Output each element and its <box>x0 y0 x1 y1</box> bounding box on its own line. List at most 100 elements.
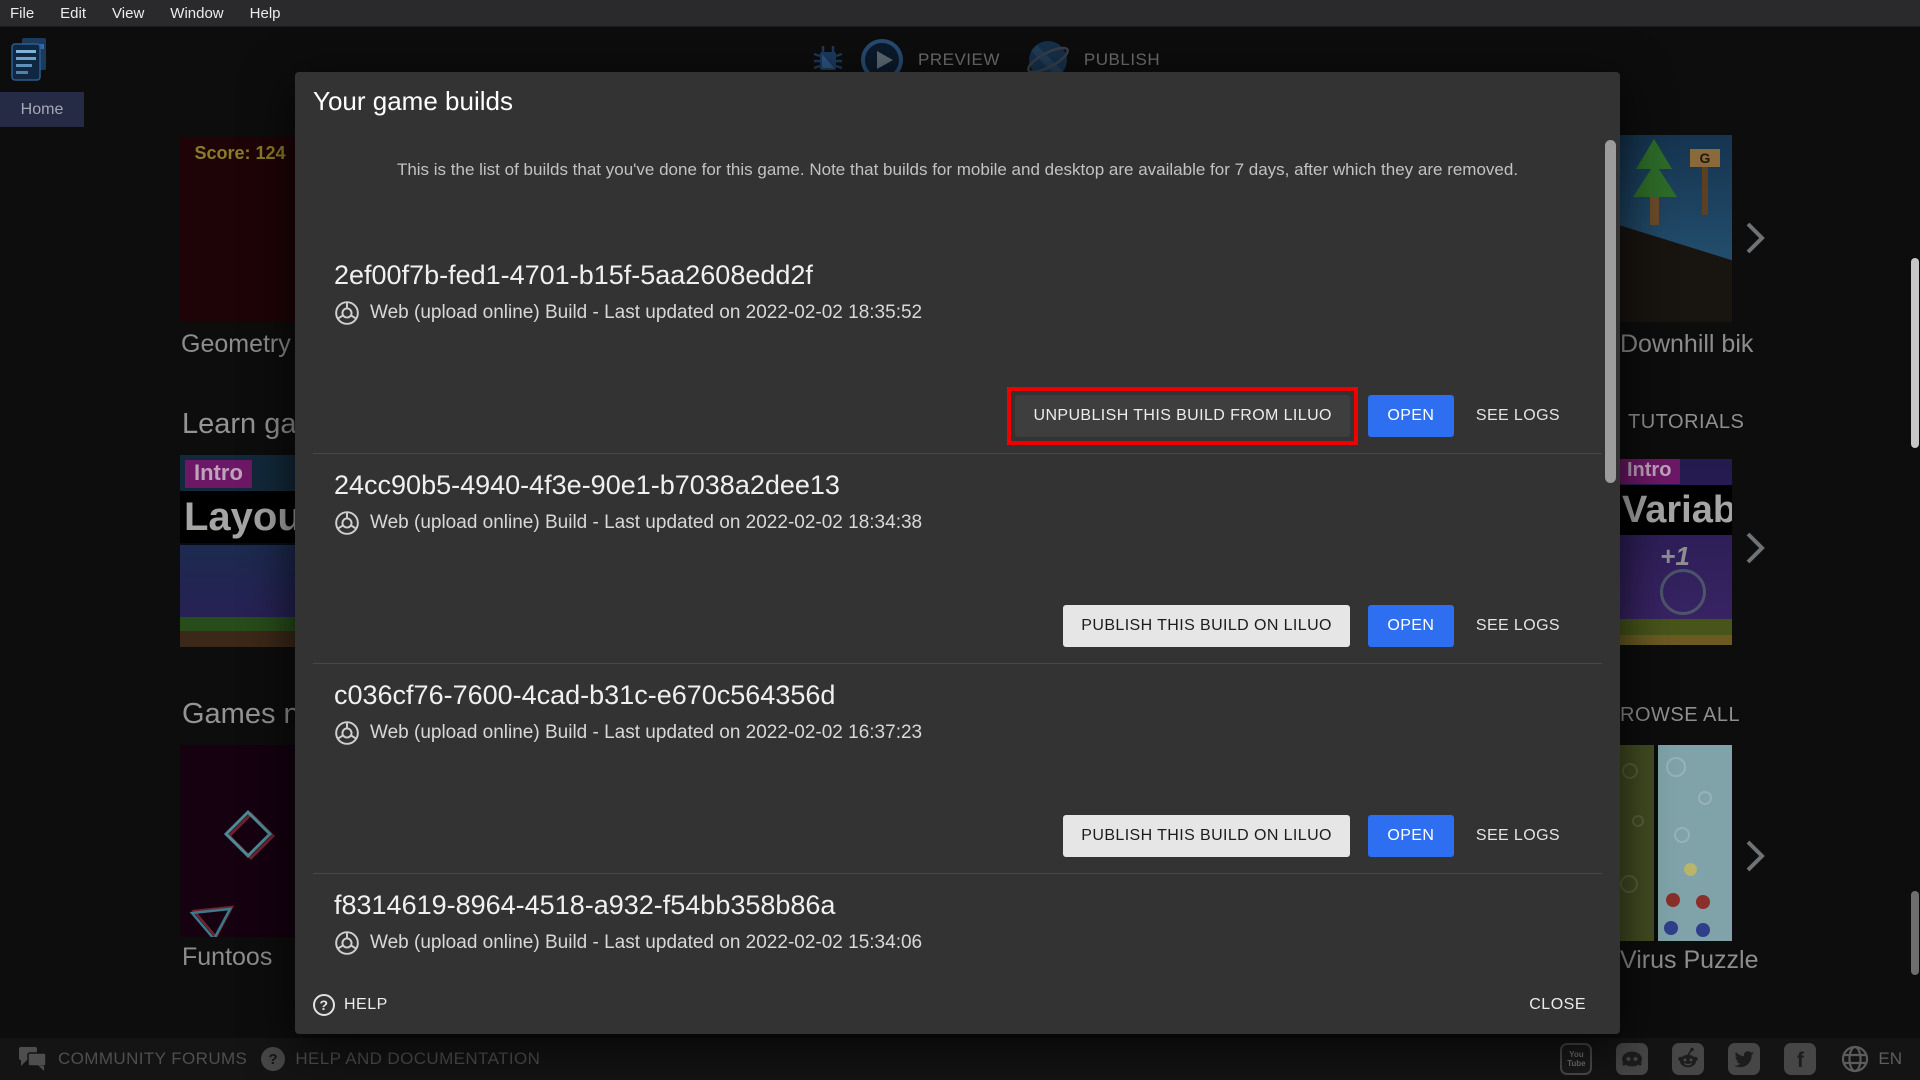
publish-build-button[interactable]: PUBLISH THIS BUILD ON LILUO <box>1063 815 1350 857</box>
community-forums-link[interactable]: COMMUNITY FORUMS <box>18 1046 247 1072</box>
web-build-chrome-icon <box>334 510 360 536</box>
sign-letter: G <box>1700 150 1711 166</box>
tutorial-card-layout-thumbnail[interactable]: Layou Intro <box>180 455 300 647</box>
question-glyph: ? <box>319 997 328 1013</box>
section-learn-heading: Learn ga <box>182 408 297 441</box>
game-card-virus-label: Virus Puzzle <box>1620 946 1759 975</box>
tab-home-label: Home <box>21 101 64 119</box>
diamond-shape-cyan <box>224 810 272 858</box>
ground-strip <box>1618 619 1732 635</box>
annotation-highlight-box: UNPUBLISH THIS BUILD FROM LILUO <box>1015 395 1349 437</box>
tree-foliage-top <box>1636 139 1672 169</box>
builds-list: 2ef00f7b-fed1-4701-b15f-5aa2608edd2f Web… <box>313 244 1602 1080</box>
triangle-shape <box>188 903 238 937</box>
discord-glyph <box>1616 1043 1648 1075</box>
build-row: c036cf76-7600-4cad-b31c-e670c564356d Web… <box>313 664 1602 874</box>
menu-window[interactable]: Window <box>157 0 236 27</box>
help-button-label: HELP <box>344 996 388 1014</box>
publish-build-button[interactable]: PUBLISH THIS BUILD ON LILUO <box>1063 605 1350 647</box>
build-row: f8314619-8964-4518-a932-f54bb358b86a Web… <box>313 874 1602 1080</box>
build-id: 2ef00f7b-fed1-4701-b15f-5aa2608edd2f <box>334 260 1602 291</box>
reddit-icon[interactable] <box>1672 1043 1704 1075</box>
chevron-right-icon[interactable] <box>1744 530 1766 566</box>
project-manager-icon[interactable] <box>8 36 50 89</box>
question-glyph: ? <box>269 1051 279 1068</box>
ground-strip-2 <box>1618 635 1732 645</box>
forum-chat-icon <box>18 1046 48 1072</box>
game-card-downhill-label: Downhill bik <box>1620 330 1753 359</box>
game-card-funtoos-label: Funtoos <box>182 943 272 972</box>
game-card-geometry-thumbnail[interactable]: Score: 124 <box>180 137 300 322</box>
community-forums-label: COMMUNITY FORUMS <box>58 1049 247 1069</box>
chevron-right-icon[interactable] <box>1744 838 1766 874</box>
tutorial-card-variables-thumbnail[interactable]: Variab +1 Intro <box>1618 459 1732 645</box>
build-row: 24cc90b5-4940-4f3e-90e1-b7038a2dee13 Web… <box>313 454 1602 664</box>
tutorial-title-band: Layou <box>180 491 300 543</box>
dialog-scrollbar-thumb[interactable] <box>1605 140 1616 483</box>
see-logs-button[interactable]: SEE LOGS <box>1472 605 1564 647</box>
open-build-button[interactable]: OPEN <box>1368 605 1454 647</box>
build-info-line: Web (upload online) Build - Last updated… <box>334 510 1602 536</box>
publish-button[interactable]: PUBLISH <box>1084 50 1160 70</box>
dialog-title: Your game builds <box>313 86 513 117</box>
menu-edit[interactable]: Edit <box>47 0 99 27</box>
project-pages-icon <box>8 36 50 84</box>
twitter-bird-glyph <box>1728 1043 1760 1075</box>
web-build-chrome-icon <box>334 300 360 326</box>
facebook-f-glyph: f <box>1797 1049 1804 1073</box>
build-info-text: Web (upload online) Build - Last updated… <box>370 722 922 744</box>
globe-icon <box>1840 1044 1870 1074</box>
window-scrollbar-thumb[interactable] <box>1911 258 1919 448</box>
close-button[interactable]: CLOSE <box>1521 990 1594 1020</box>
section-games-heading: Games n <box>182 698 300 731</box>
score-text: Score: 124 <box>180 137 300 164</box>
tutorials-section-label: TUTORIALS <box>1628 411 1744 434</box>
plus-one-text: +1 <box>1618 541 1732 572</box>
language-selector[interactable]: EN <box>1840 1044 1902 1074</box>
tree-trunk <box>1650 193 1659 225</box>
status-bar-right: You Tube <box>1560 1043 1902 1075</box>
game-card-downhill-thumbnail[interactable]: G <box>1618 135 1732 322</box>
build-info-line: Web (upload online) Build - Last updated… <box>334 720 1602 746</box>
reddit-glyph <box>1672 1043 1704 1075</box>
dialog-footer: ? HELP CLOSE <box>313 990 1594 1020</box>
twitter-icon[interactable] <box>1728 1043 1760 1075</box>
game-card-virus-thumbnail[interactable] <box>1618 745 1732 941</box>
section-scrollbar-thumb[interactable] <box>1911 891 1919 975</box>
unpublish-build-button[interactable]: UNPUBLISH THIS BUILD FROM LILUO <box>1015 395 1349 437</box>
build-actions: PUBLISH THIS BUILD ON LILUO OPEN SEE LOG… <box>1063 815 1564 857</box>
virus-right-tile <box>1658 745 1732 941</box>
help-button[interactable]: ? HELP <box>313 994 388 1016</box>
tutorial-title-band: Variab <box>1618 485 1732 535</box>
build-info-line: Web (upload online) Build - Last updated… <box>334 300 1602 326</box>
help-docs-question-icon: ? <box>261 1047 285 1071</box>
your-game-builds-dialog: Your game builds This is the list of bui… <box>295 72 1620 1034</box>
build-id: f8314619-8964-4518-a932-f54bb358b86a <box>334 890 1602 921</box>
build-id: 24cc90b5-4940-4f3e-90e1-b7038a2dee13 <box>334 470 1602 501</box>
see-logs-button[interactable]: SEE LOGS <box>1472 395 1564 437</box>
tutorial-scene <box>180 545 300 647</box>
virus-left-tile <box>1618 745 1654 941</box>
facebook-icon[interactable]: f <box>1784 1043 1816 1075</box>
open-build-button[interactable]: OPEN <box>1368 395 1454 437</box>
tab-home[interactable]: Home <box>0 92 84 127</box>
game-card-funtoos-thumbnail[interactable] <box>180 745 300 937</box>
discord-icon[interactable] <box>1616 1043 1648 1075</box>
open-build-button[interactable]: OPEN <box>1368 815 1454 857</box>
help-question-icon: ? <box>313 994 335 1016</box>
build-info-text: Web (upload online) Build - Last updated… <box>370 932 922 954</box>
build-id: c036cf76-7600-4cad-b31c-e670c564356d <box>334 680 1602 711</box>
build-actions: PUBLISH THIS BUILD ON LILUO OPEN SEE LOG… <box>1063 605 1564 647</box>
see-logs-button[interactable]: SEE LOGS <box>1472 815 1564 857</box>
menu-file[interactable]: File <box>0 0 47 27</box>
menu-bar: File Edit View Window Help <box>0 0 1920 27</box>
build-info-line: Web (upload online) Build - Last updated… <box>334 930 1602 956</box>
build-info-text: Web (upload online) Build - Last updated… <box>370 302 922 324</box>
browse-all-label: ROWSE ALL <box>1620 704 1740 727</box>
preview-button[interactable]: PREVIEW <box>918 50 1000 70</box>
menu-view[interactable]: View <box>99 0 157 27</box>
dirt-strip <box>180 631 300 647</box>
chevron-right-icon[interactable] <box>1744 220 1766 256</box>
web-build-chrome-icon <box>334 930 360 956</box>
menu-help[interactable]: Help <box>237 0 294 27</box>
